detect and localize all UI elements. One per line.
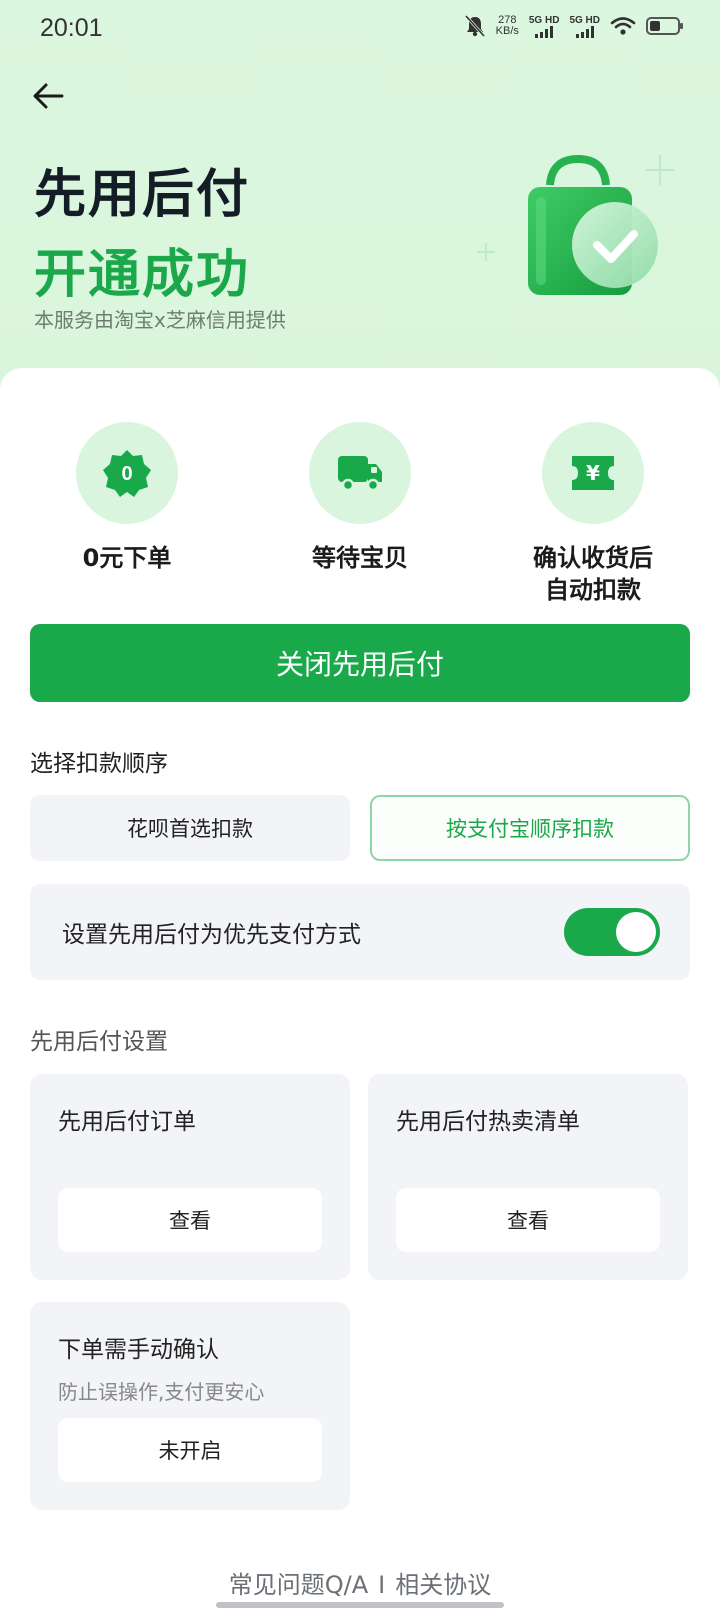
tile-description: 防止误操作,支付更安心 — [58, 1380, 265, 1404]
view-orders-button[interactable]: 查看 — [58, 1188, 322, 1252]
manual-confirm-button[interactable]: 未开启 — [58, 1418, 322, 1482]
feature-zero-order: 0 0元下单 — [17, 422, 237, 574]
yuan-text: ¥ — [586, 461, 600, 485]
sim1-signal: 5G HD — [528, 14, 560, 38]
feature-icon-circle: ¥ — [542, 422, 644, 524]
shopping-bag-success-icon — [477, 154, 675, 295]
sim2-signal: 5G HD — [569, 15, 600, 38]
footer-links: 常见问题Q/A I 相关协议 — [0, 1565, 720, 1600]
feature-icon-circle — [309, 422, 411, 524]
service-provider-note: 本服务由淘宝x芝麻信用提供 — [34, 308, 286, 332]
feature-label: 等待宝贝 — [312, 544, 408, 572]
sim1-label: 5G HD — [528, 14, 560, 26]
footer-separator: I — [378, 1571, 386, 1599]
net-speed-unit: KB/s — [495, 25, 519, 37]
back-button[interactable] — [30, 78, 70, 114]
close-pay-later-button[interactable]: 关闭先用后付 — [30, 624, 690, 702]
zero-badge-text: 0 — [121, 463, 132, 485]
truck-icon — [338, 456, 382, 492]
tile-hot-sale-list: 先用后付热卖清单 查看 — [368, 1074, 688, 1280]
tile-title: 先用后付热卖清单 — [396, 1109, 580, 1135]
option-huabei-first[interactable]: 花呗首选扣款 — [30, 795, 350, 861]
settings-section-label: 先用后付设置 — [30, 1029, 168, 1055]
tile-manual-confirm: 下单需手动确认 防止误操作,支付更安心 未开启 — [30, 1302, 350, 1510]
signal-bars-icon — [575, 25, 594, 38]
deduct-order-label: 选择扣款顺序 — [30, 751, 168, 777]
zero-badge-icon: 0 — [103, 450, 151, 497]
agreement-link[interactable]: 相关协议 — [395, 1571, 491, 1599]
page-title: 先用后付 — [34, 165, 251, 225]
priority-payment-switch[interactable] — [564, 908, 660, 956]
feature-label: 0元下单 — [82, 544, 172, 572]
battery-icon — [646, 17, 683, 35]
tile-title: 下单需手动确认 — [58, 1337, 219, 1363]
priority-payment-label: 设置先用后付为优先支付方式 — [62, 922, 361, 948]
mute-bell-icon — [464, 14, 485, 38]
signal-bars-icon — [535, 25, 554, 38]
status-icons: 278 KB/s 5G HD 5G HD — [464, 14, 683, 38]
home-indicator[interactable] — [216, 1602, 504, 1608]
feature-label: 确认收货后 自动扣款 — [533, 544, 653, 604]
yuan-ticket-icon: ¥ — [572, 456, 614, 490]
switch-knob — [616, 912, 656, 952]
wifi-icon — [610, 17, 636, 35]
back-arrow-icon — [33, 83, 64, 109]
status-time: 20:01 — [40, 13, 103, 42]
page-status-title: 开通成功 — [34, 245, 251, 305]
tile-title: 先用后付订单 — [58, 1109, 196, 1135]
feature-wait-delivery: 等待宝贝 — [250, 422, 470, 574]
view-hot-list-button[interactable]: 查看 — [396, 1188, 660, 1252]
feature-icon-circle: 0 — [76, 422, 178, 524]
option-alipay-order[interactable]: 按支付宝顺序扣款 — [370, 795, 690, 861]
net-speed: 278 KB/s — [496, 15, 519, 37]
feature-auto-deduct: ¥ 确认收货后 自动扣款 — [483, 422, 703, 606]
faq-link[interactable]: 常见问题Q/A — [229, 1571, 368, 1599]
sim2-label: 5G HD — [569, 14, 600, 26]
priority-payment-row: 设置先用后付为优先支付方式 — [30, 884, 690, 980]
feature-steps: 0 0元下单 等待宝贝 ¥ 确认收货后 自动扣款 — [0, 420, 720, 610]
tile-pay-later-orders: 先用后付订单 查看 — [30, 1074, 350, 1280]
